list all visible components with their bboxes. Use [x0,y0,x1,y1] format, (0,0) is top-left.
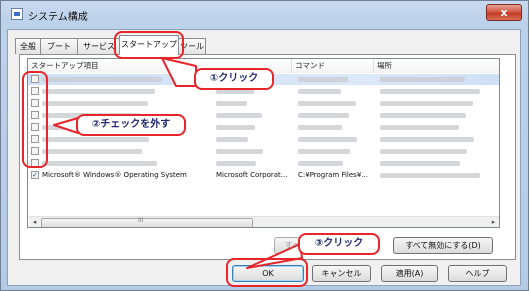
ok-button-highlight [226,258,308,287]
callout-1-pointer [161,57,197,87]
callout-step3: ③クリック [298,233,380,255]
callout-step2: ②チェックを外す [76,114,186,136]
checkbox-column-highlight [22,71,48,168]
annotation-overlay [53,57,303,269]
callout-step1: ①クリック [194,68,274,90]
callout-2-pointer [53,117,79,134]
tab-startup[interactable]: スタートアップ [119,35,179,55]
